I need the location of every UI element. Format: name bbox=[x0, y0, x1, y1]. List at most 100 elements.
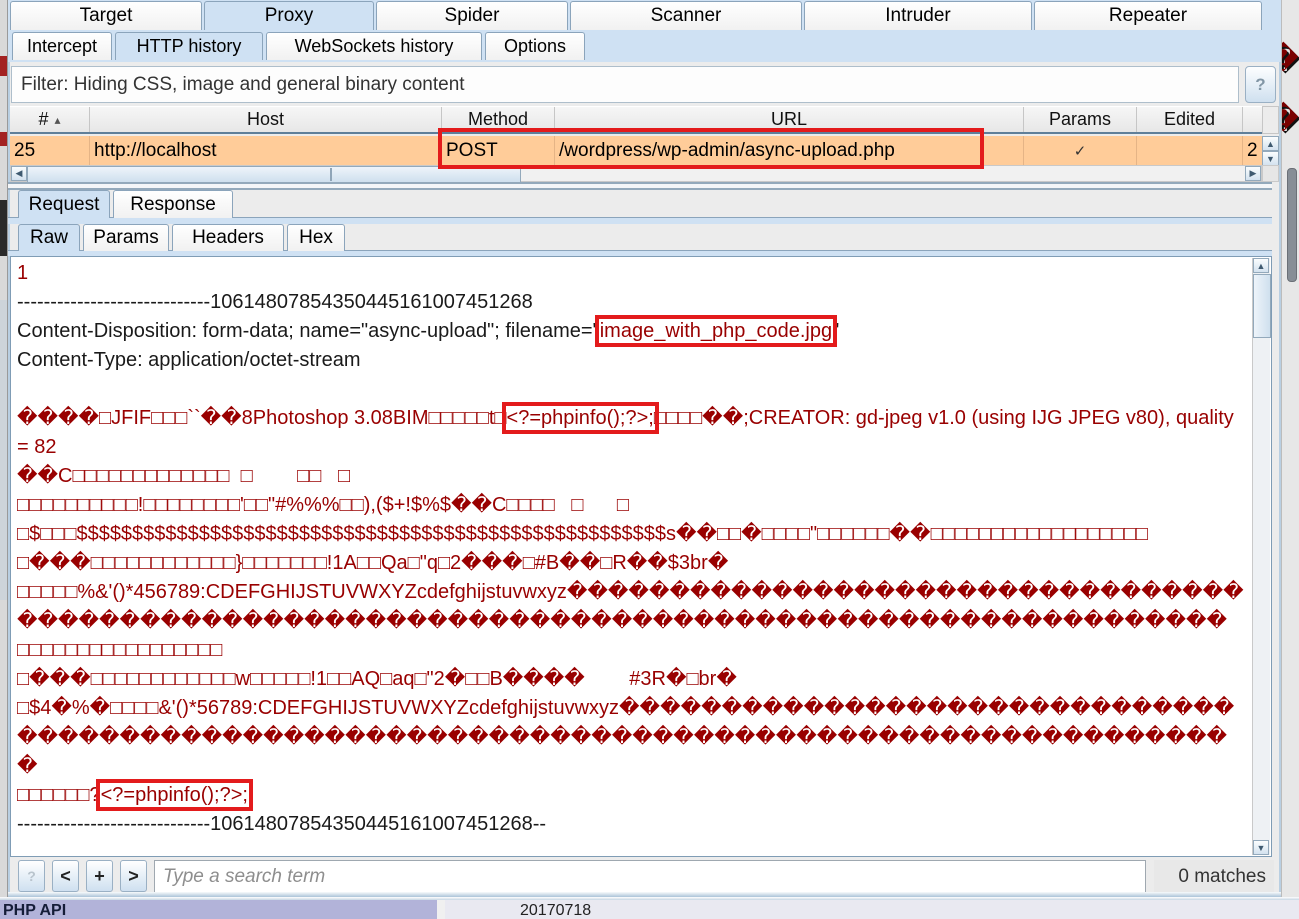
chevron-right-icon: > bbox=[128, 866, 139, 887]
left-edge-mark bbox=[0, 200, 7, 256]
tab-hex[interactable]: Hex bbox=[287, 224, 345, 251]
tab-http-history[interactable]: HTTP history bbox=[115, 32, 263, 60]
tab-label: Repeater bbox=[1109, 5, 1187, 27]
tab-label: Hex bbox=[299, 227, 333, 249]
editor-line: ����□JFIF□□□``��8Photoshop 3.08BIM□□□□□t… bbox=[17, 404, 1245, 462]
filter-bar[interactable]: Filter: Hiding CSS, image and general bi… bbox=[11, 66, 1239, 103]
tab-label: HTTP history bbox=[137, 36, 242, 57]
tab-intercept[interactable]: Intercept bbox=[12, 32, 112, 60]
editor-text-segment: □□□□□□□□□□!□□□□□□□□'□□"#%%%□□),($+!$%$��… bbox=[17, 494, 629, 516]
column-header-number[interactable]: # ▴ bbox=[10, 107, 90, 132]
tab-websockets-history[interactable]: WebSockets history bbox=[266, 32, 482, 60]
cell-edited bbox=[1137, 136, 1243, 165]
editor-scroll-down-button[interactable]: ▼ bbox=[1253, 840, 1269, 855]
search-previous-button[interactable]: < bbox=[52, 860, 79, 892]
tab-intruder[interactable]: Intruder bbox=[804, 1, 1032, 30]
tab-label: Headers bbox=[192, 227, 264, 249]
tab-label: Proxy bbox=[265, 5, 314, 27]
search-next-button[interactable]: > bbox=[120, 860, 147, 892]
annotation-boxed-text: image_with_php_code.jpg bbox=[600, 320, 832, 342]
editor-line: □□□□□□□□□□□□□□□□□ bbox=[17, 636, 1245, 665]
search-input[interactable] bbox=[154, 860, 1146, 893]
table-scroll-header-stub bbox=[1262, 106, 1279, 134]
scroll-left-button[interactable]: ◀ bbox=[11, 166, 27, 181]
cell-number: 25 bbox=[10, 136, 90, 165]
scrollbar-corner bbox=[1262, 165, 1279, 182]
cell-params: ✓ bbox=[1024, 136, 1137, 165]
tab-scanner[interactable]: Scanner bbox=[570, 1, 802, 30]
column-header-params[interactable]: Params bbox=[1024, 107, 1137, 132]
tab-label: Target bbox=[80, 5, 133, 27]
tab-headers[interactable]: Headers bbox=[172, 224, 284, 251]
cell-host: http://localhost bbox=[90, 136, 442, 165]
search-help-button[interactable]: ? bbox=[18, 860, 45, 892]
panel-divider[interactable] bbox=[8, 182, 1272, 190]
tab-request[interactable]: Request bbox=[18, 190, 110, 218]
tab-target[interactable]: Target bbox=[10, 1, 202, 30]
editor-line: □□□□□□?<?=phpinfo();?>; bbox=[17, 781, 1245, 810]
editor-line: □□□□□%&'()*456789:CDEFGHIJSTUVWXYZcdefgh… bbox=[17, 578, 1245, 636]
editor-text-segment: Content-Disposition: form-data; name="as… bbox=[17, 320, 600, 342]
checkmark-icon: ✓ bbox=[1074, 142, 1087, 160]
editor-vertical-scrollbar[interactable]: ▲ ▼ bbox=[1252, 258, 1270, 855]
left-edge-mark bbox=[0, 300, 7, 600]
editor-line: □$□□□$$$$$$$$$$$$$$$$$$$$$$$$$$$$$$$$$$$… bbox=[17, 520, 1245, 549]
burp-main-window: Target Proxy Spider Scanner Intruder Rep… bbox=[8, 0, 1281, 897]
search-add-button[interactable]: + bbox=[86, 860, 113, 892]
column-label: Host bbox=[247, 109, 284, 130]
editor-line: -----------------------------10614807854… bbox=[17, 810, 1245, 839]
background-cell-php-api: PHP API bbox=[0, 900, 437, 919]
tab-spider[interactable]: Spider bbox=[376, 1, 568, 30]
scrollbar-thumb[interactable] bbox=[27, 166, 521, 183]
background-window-right-edge: � � bbox=[1281, 0, 1299, 897]
sort-ascending-icon: ▴ bbox=[54, 113, 60, 127]
editor-scroll-up-button[interactable]: ▲ bbox=[1253, 258, 1269, 273]
tab-response[interactable]: Response bbox=[113, 190, 233, 218]
arrow-left-icon: ◀ bbox=[16, 168, 23, 179]
history-table-header: # ▴ Host Method URL Params Edited bbox=[10, 106, 1262, 134]
column-label: Params bbox=[1049, 109, 1111, 130]
column-header-url[interactable]: URL bbox=[555, 107, 1024, 132]
column-header-edited[interactable]: Edited bbox=[1137, 107, 1243, 132]
filter-help-button[interactable]: ? bbox=[1245, 66, 1276, 103]
editor-line: □���□□□□□□□□□□□□}□□□□□□□!1A□□Qa□"q□2���□… bbox=[17, 549, 1245, 578]
table-row[interactable]: 25 http://localhost POST /wordpress/wp-a… bbox=[10, 136, 1262, 165]
column-label: # bbox=[38, 109, 48, 130]
background-window-bottom: PHP API 20170718 bbox=[0, 897, 1299, 919]
tab-label: Scanner bbox=[651, 5, 722, 27]
table-horizontal-scrollbar[interactable]: ◀ ▶ bbox=[10, 165, 1262, 182]
table-scroll-down-button[interactable]: ▼ bbox=[1262, 151, 1279, 166]
tab-repeater[interactable]: Repeater bbox=[1034, 1, 1262, 30]
editor-scrollbar-thumb[interactable] bbox=[1253, 274, 1271, 338]
question-icon: ? bbox=[27, 868, 36, 884]
annotation-boxed-text: <?=phpinfo();?>; bbox=[507, 407, 654, 429]
column-header-method[interactable]: Method bbox=[442, 107, 555, 132]
column-label: URL bbox=[771, 109, 807, 130]
column-header-host[interactable]: Host bbox=[90, 107, 442, 132]
scroll-right-button[interactable]: ▶ bbox=[1245, 166, 1261, 181]
editor-text-segment: □□□□□□? bbox=[17, 784, 101, 806]
editor-text-segment: □$□□□$$$$$$$$$$$$$$$$$$$$$$$$$$$$$$$$$$$… bbox=[17, 523, 1148, 545]
editor-text-segment: □□□□□%&'()*456789:CDEFGHIJSTUVWXYZcdefgh… bbox=[17, 581, 1244, 632]
table-scroll-up-button[interactable]: ▲ bbox=[1262, 136, 1279, 151]
plus-icon: + bbox=[94, 866, 105, 887]
tab-label: WebSockets history bbox=[295, 36, 454, 57]
request-raw-editor[interactable]: 1-----------------------------1061480785… bbox=[10, 256, 1272, 857]
tab-proxy[interactable]: Proxy bbox=[204, 1, 374, 30]
tab-params-view[interactable]: Params bbox=[83, 224, 169, 251]
tab-options[interactable]: Options bbox=[485, 32, 585, 60]
scrollbar-tick bbox=[330, 168, 332, 181]
editor-text-segment: -----------------------------10614807854… bbox=[17, 291, 533, 313]
cell-clipped: 2 bbox=[1243, 136, 1262, 165]
match-count-label: 0 matches bbox=[1154, 860, 1274, 893]
chevron-left-icon: < bbox=[60, 866, 71, 887]
tab-label: Intruder bbox=[885, 5, 950, 27]
column-label: Edited bbox=[1164, 109, 1215, 130]
arrow-down-icon: ▼ bbox=[1257, 843, 1266, 853]
background-cell-date: 20170718 bbox=[445, 900, 1299, 919]
burp-suite-screen: { "tabs": { "main": ["Target", "Proxy", … bbox=[0, 0, 1299, 919]
column-label: Method bbox=[468, 109, 528, 130]
cell-method: POST bbox=[442, 136, 555, 165]
question-icon: ? bbox=[1255, 75, 1265, 95]
tab-raw[interactable]: Raw bbox=[18, 224, 80, 251]
